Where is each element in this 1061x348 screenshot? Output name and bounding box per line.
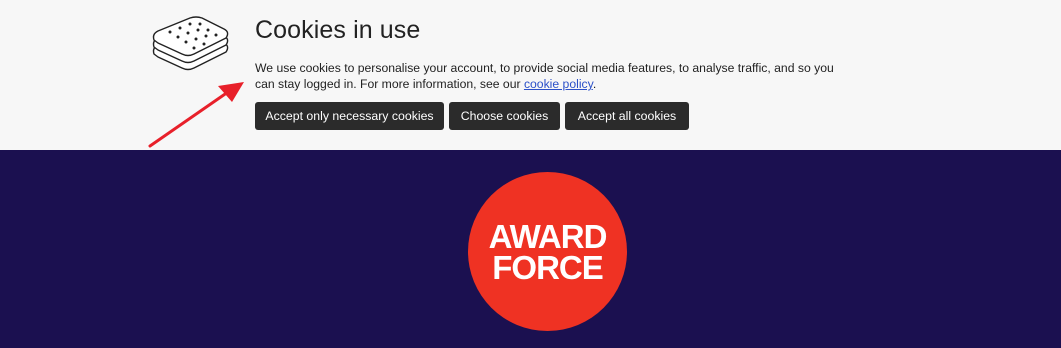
logo-line-award: AWARD xyxy=(488,217,608,255)
accept-all-cookies-button[interactable]: Accept all cookies xyxy=(565,102,689,130)
choose-cookies-button[interactable]: Choose cookies xyxy=(449,102,560,130)
cookie-policy-link[interactable]: cookie policy xyxy=(524,77,593,91)
cookie-banner-text: We use cookies to personalise your accou… xyxy=(255,60,855,92)
award-force-logo: AWARD FORCE xyxy=(468,172,627,331)
cookie-banner-title: Cookies in use xyxy=(255,16,421,44)
cookie-icon xyxy=(152,16,229,71)
cookie-banner-text-end: . xyxy=(592,77,597,91)
accept-necessary-cookies-button[interactable]: Accept only necessary cookies xyxy=(255,102,444,130)
logo-line-force: FORCE xyxy=(492,248,603,286)
annotation-arrow-icon xyxy=(148,82,244,148)
